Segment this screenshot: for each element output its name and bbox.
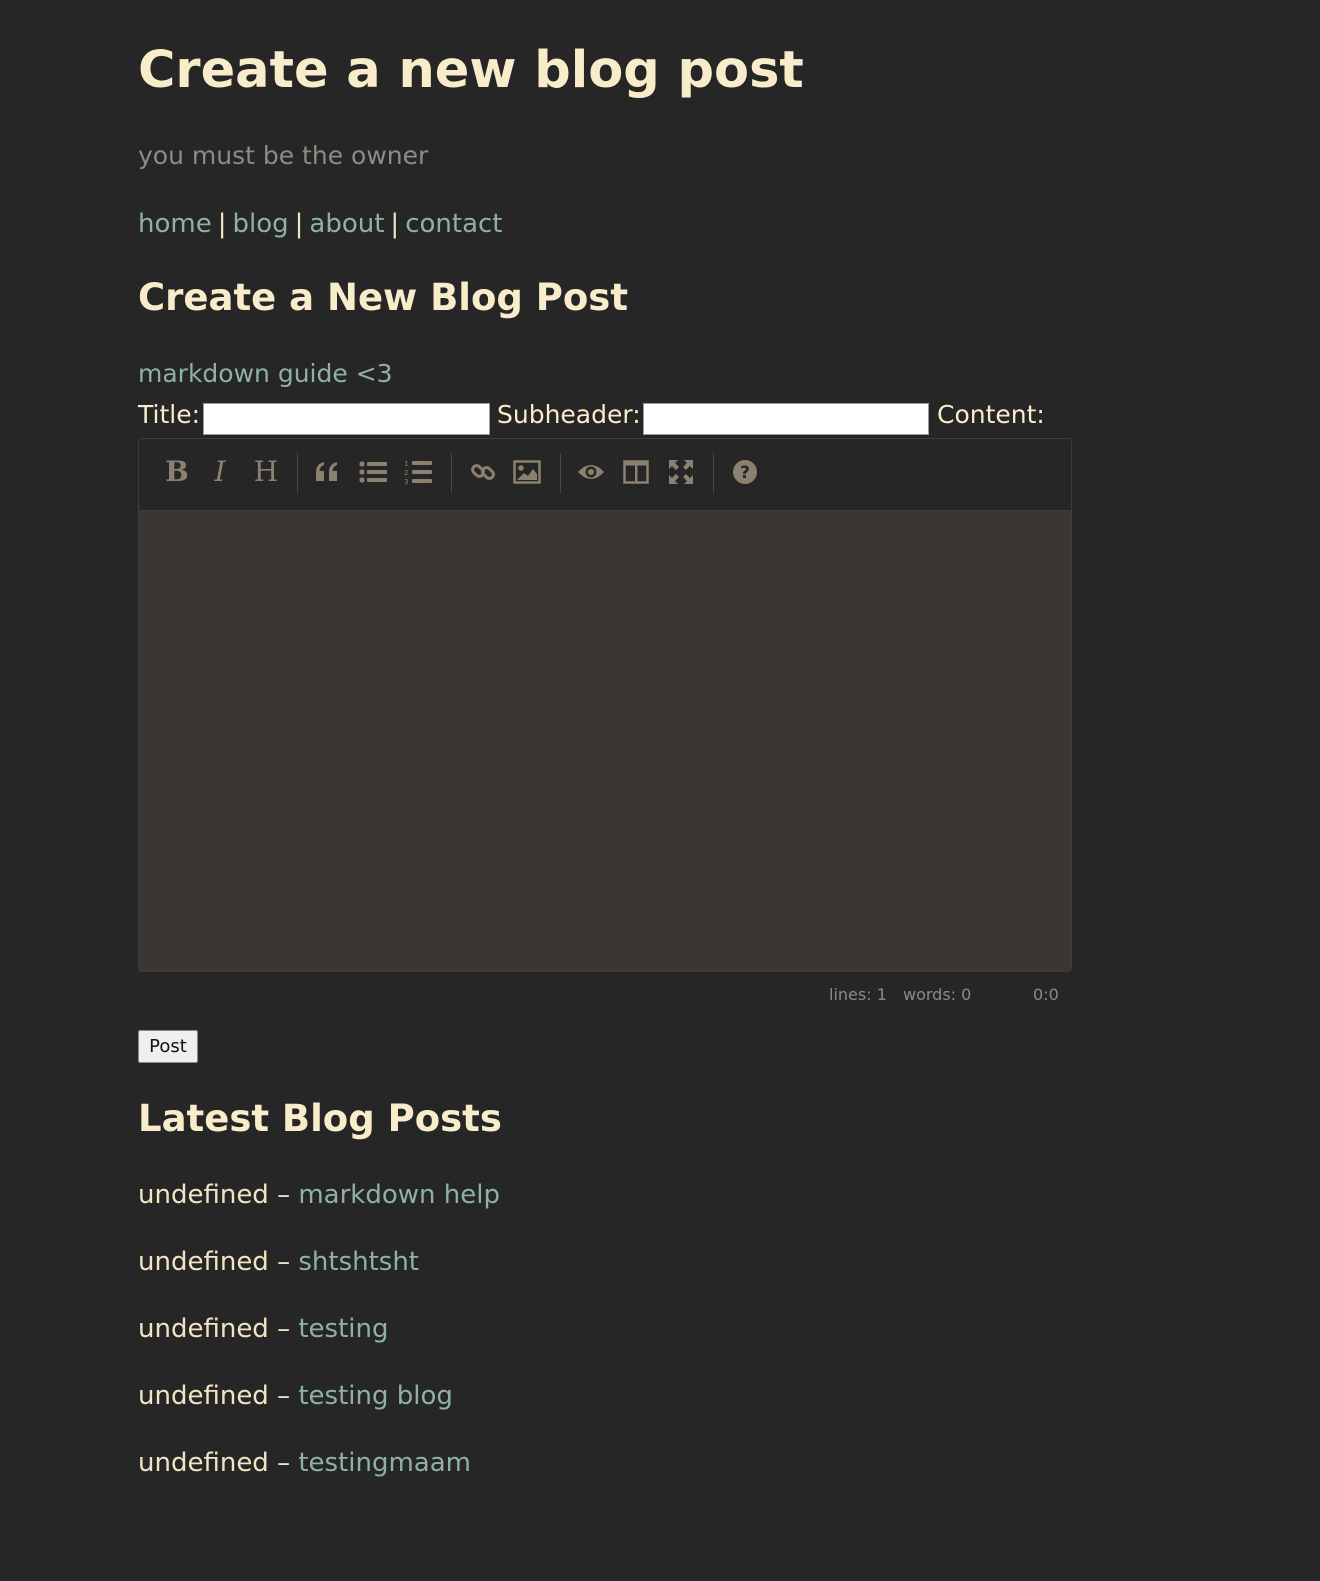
- svg-text:1: 1: [404, 460, 408, 468]
- status-lines: lines: 1: [829, 985, 887, 1004]
- nav-separator: |: [390, 209, 400, 239]
- post-date: undefined: [138, 1247, 269, 1277]
- post-link[interactable]: testing: [298, 1314, 388, 1344]
- post-dash: –: [277, 1381, 291, 1411]
- title-label: Title:: [138, 400, 200, 429]
- post-dash: –: [277, 1247, 291, 1277]
- list-item: undefined – testing blog: [138, 1377, 453, 1415]
- subheader-input[interactable]: [643, 403, 929, 435]
- latest-posts-heading: Latest Blog Posts: [138, 1097, 502, 1140]
- bold-icon[interactable]: B: [160, 455, 194, 489]
- toolbar-separator: [297, 453, 298, 493]
- bold-icon-glyph: B: [165, 455, 189, 488]
- nav-link-contact[interactable]: contact: [405, 209, 502, 239]
- post-dash: –: [277, 1448, 291, 1478]
- nav-link-blog[interactable]: blog: [232, 209, 288, 239]
- svg-text:?: ?: [740, 463, 750, 483]
- post-date: undefined: [138, 1381, 269, 1411]
- nav-link-home[interactable]: home: [138, 209, 212, 239]
- title-input[interactable]: [203, 403, 490, 435]
- markdown-guide-link[interactable]: markdown guide <3: [138, 356, 393, 392]
- content-textarea[interactable]: [139, 511, 1071, 971]
- tagline: you must be the owner: [138, 141, 429, 170]
- nav-link-about[interactable]: about: [309, 209, 384, 239]
- nav-separator: |: [217, 209, 227, 239]
- post-dash: –: [277, 1180, 291, 1210]
- status-cursor: 0:0: [1033, 985, 1059, 1004]
- italic-icon-glyph: I: [214, 455, 226, 488]
- page: Create a new blog post you must be the o…: [0, 0, 1320, 1581]
- form-heading: Create a New Blog Post: [138, 276, 629, 319]
- quote-icon[interactable]: [311, 455, 345, 489]
- nav-separator: |: [294, 209, 304, 239]
- post-date: undefined: [138, 1448, 269, 1478]
- post-dash: –: [277, 1314, 291, 1344]
- svg-text:3: 3: [404, 478, 408, 485]
- editor-toolbar: B I H 1 2 3 ?: [139, 439, 1071, 511]
- side-by-side-icon[interactable]: [619, 455, 653, 489]
- toolbar-separator: [451, 453, 452, 493]
- post-date: undefined: [138, 1314, 269, 1344]
- post-link[interactable]: shtshtsht: [298, 1247, 419, 1277]
- unordered-list-icon[interactable]: [356, 455, 390, 489]
- post-button[interactable]: Post: [138, 1030, 198, 1063]
- list-item: undefined – shtshtsht: [138, 1243, 419, 1281]
- page-title: Create a new blog post: [138, 41, 804, 100]
- fullscreen-icon[interactable]: [664, 455, 698, 489]
- status-words: words: 0: [903, 985, 972, 1004]
- heading-icon[interactable]: H: [249, 455, 283, 489]
- svg-text:2: 2: [404, 469, 408, 477]
- content-label: Content:: [937, 400, 1045, 429]
- link-icon[interactable]: [466, 455, 500, 489]
- image-icon[interactable]: [510, 455, 544, 489]
- post-link[interactable]: testingmaam: [298, 1448, 471, 1478]
- toolbar-separator: [713, 453, 714, 493]
- italic-icon[interactable]: I: [203, 455, 237, 489]
- subheader-label: Subheader:: [497, 400, 641, 429]
- list-item: undefined – markdown help: [138, 1176, 500, 1214]
- heading-icon-glyph: H: [253, 455, 279, 488]
- main-nav: home | blog | about | contact: [138, 205, 502, 243]
- help-question-icon[interactable]: ?: [728, 455, 762, 489]
- post-link[interactable]: markdown help: [298, 1180, 500, 1210]
- markdown-editor: B I H 1 2 3 ?: [138, 438, 1072, 972]
- ordered-list-icon[interactable]: 1 2 3: [401, 455, 435, 489]
- preview-eye-icon[interactable]: [574, 455, 608, 489]
- list-item: undefined – testing: [138, 1310, 388, 1348]
- post-link[interactable]: testing blog: [298, 1381, 453, 1411]
- post-date: undefined: [138, 1180, 269, 1210]
- toolbar-separator: [560, 453, 561, 493]
- list-item: undefined – testingmaam: [138, 1444, 471, 1482]
